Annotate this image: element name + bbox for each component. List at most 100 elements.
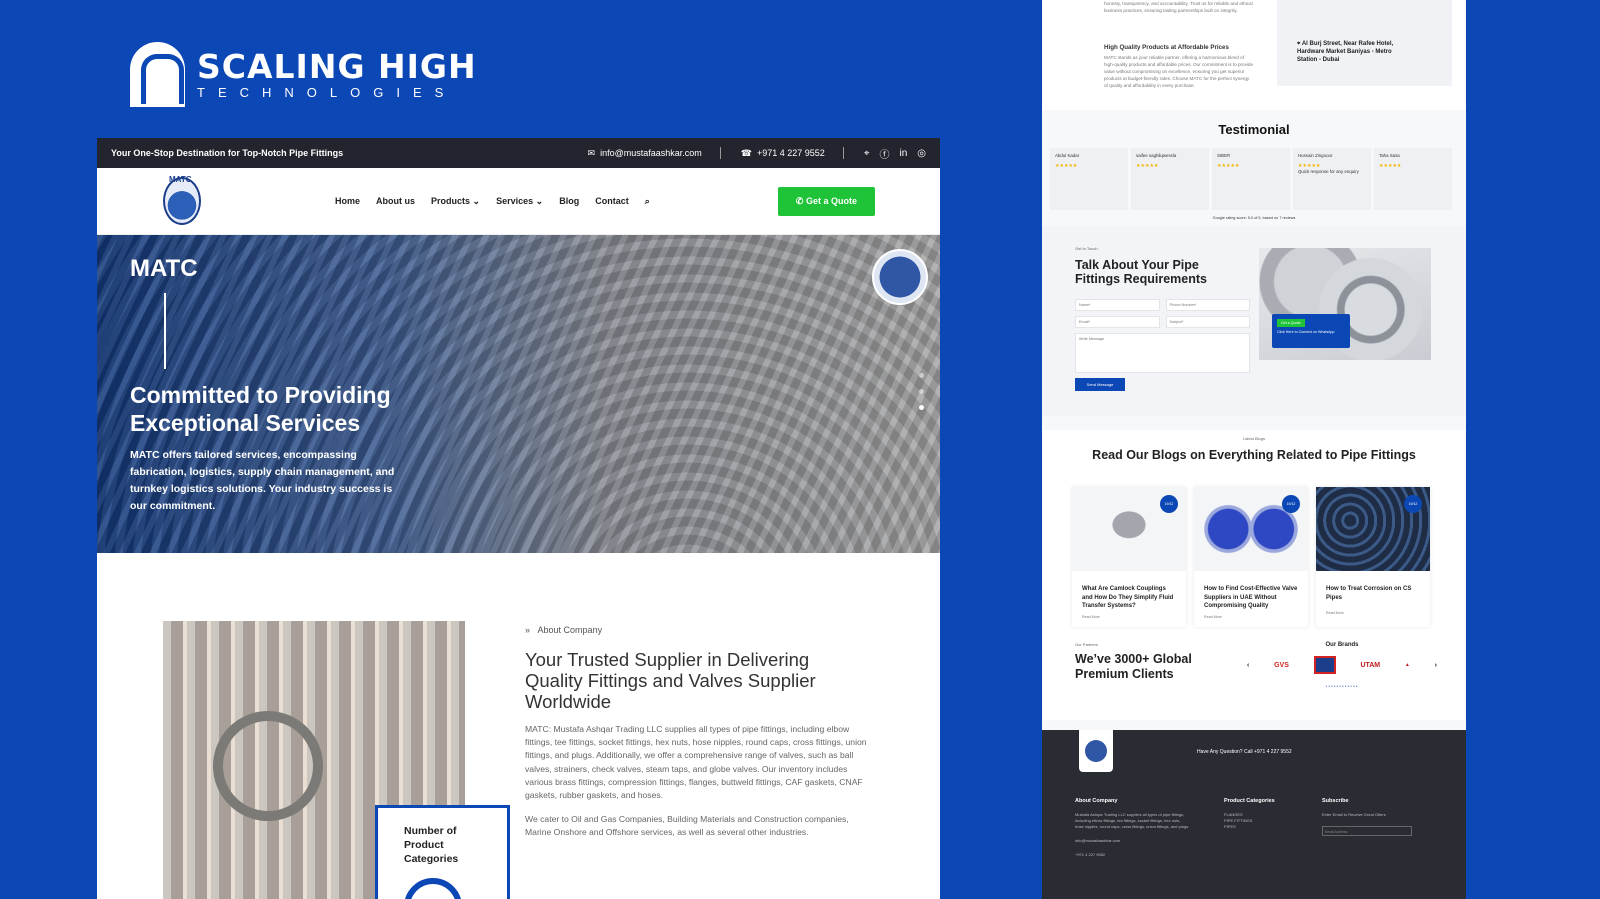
review-carousel: Abdul Kadar ★★★★★ saifee saghilqwessla ★★★…	[1050, 148, 1452, 210]
send-message-button[interactable]: Send Message	[1075, 378, 1125, 391]
card-text: Click Here to Connect on WhatsApp	[1277, 330, 1335, 334]
slider-dot[interactable]	[919, 389, 924, 394]
slider-dot[interactable]	[919, 373, 924, 378]
read-more-link[interactable]: Read More	[1194, 615, 1308, 627]
review-card[interactable]: Hussain Zingooor ★★★★★ Quick response for …	[1293, 148, 1371, 210]
review-card[interactable]: SIBER ★★★★★	[1212, 148, 1290, 210]
google-rating-note: Google rating score: 5.0 of 5, based on …	[1212, 216, 1296, 220]
whatsapp-icon: ✆	[795, 195, 804, 206]
feature-block: High Quality Products at Affordable Pric…	[1104, 44, 1254, 89]
hero-title: MATC	[130, 255, 198, 282]
carousel-dots[interactable]: ••••••••••••	[1247, 684, 1437, 690]
chevron-down-icon: ⌄	[472, 195, 481, 206]
instagram-icon[interactable]: ◎	[917, 148, 926, 159]
arch-logo-icon	[130, 42, 185, 107]
blogs-heading: Read Our Blogs on Everything Related to …	[1092, 448, 1416, 462]
email-field[interactable]: Email*	[1075, 316, 1160, 328]
review-card[interactable]: saifee saghilqwessla ★★★★★	[1131, 148, 1209, 210]
search-icon[interactable]: ⌕	[645, 196, 650, 207]
reviewer-name: saifee saghilqwessla	[1136, 153, 1177, 158]
footer-email[interactable]: info@mustafaashkar.com	[1075, 838, 1190, 844]
footer-cat-title: Product Categories	[1224, 798, 1275, 804]
brands-carousel: Our Brands ‹ GVS UTAM ▲ › ••••••••••••	[1247, 642, 1437, 690]
message-field[interactable]: Write Message	[1075, 333, 1250, 373]
brand-logo-badge	[1313, 656, 1336, 674]
phone-icon: ☎	[740, 147, 752, 158]
nav-about[interactable]: About us	[376, 196, 415, 206]
footer-sub-title: Subscribe	[1322, 798, 1349, 804]
subject-field[interactable]: Subject*	[1165, 316, 1250, 328]
reviewer-name: Taha Sasa	[1379, 153, 1400, 158]
footer-cat-link[interactable]: PIPES	[1224, 824, 1275, 830]
feature-text: MATC stands as your reliable partner, of…	[1104, 55, 1254, 88]
blog-card[interactable]: 19/12 How to Find Cost-Effective Valve S…	[1194, 487, 1308, 627]
linkedin-icon[interactable]: in	[899, 148, 907, 159]
get-quote-button[interactable]: ✆ Get a Quote	[777, 186, 875, 216]
nav-contact[interactable]: Contact	[595, 196, 629, 206]
nav-products[interactable]: Products ⌄	[431, 196, 480, 207]
blogs-section: Latest Blogs Read Our Blogs on Everythin…	[1042, 430, 1466, 720]
contact-form: Name* Phone Number* Email* Subject* Writ…	[1075, 299, 1250, 373]
nav-services[interactable]: Services ⌄	[496, 196, 543, 207]
stat-label: Number of Product Categories	[404, 825, 459, 865]
top-bar: Your One-Stop Destination for Top-Notch …	[97, 138, 940, 168]
topbar-email[interactable]: ✉ info@mustafaashkar.com	[588, 148, 702, 159]
footer-phone[interactable]: +971 4 227 9552	[1075, 852, 1190, 858]
blog-title[interactable]: How to Find Cost-Effective Valve Supplie…	[1194, 571, 1308, 615]
date-badge: 19/12	[1404, 495, 1422, 513]
blog-title[interactable]: How to Treat Corrosion on CS Pipes	[1316, 571, 1430, 611]
blog-card[interactable]: 19/12 What Are Camlock Couplings and How…	[1072, 487, 1186, 627]
brand-logo-red: ▲	[1404, 662, 1410, 668]
date-badge: 19/12	[1160, 495, 1178, 513]
footer: Have Any Question? Call +971 4 227 9552 …	[1042, 730, 1466, 899]
blog-card[interactable]: 19/12 How to Treat Corrosion on CS Pipes…	[1316, 487, 1430, 627]
matc-logo[interactable]: MATC	[163, 175, 201, 225]
name-field[interactable]: Name*	[1075, 299, 1160, 311]
partners-kicker: Our Partners	[1075, 642, 1098, 647]
about-paragraph-2: We cater to Oil and Gas Companies, Build…	[525, 814, 849, 838]
brand-logo-utam: UTAM	[1360, 661, 1381, 669]
about-paragraph-1: MATC: Mustafa Ashqar Trading LLC supplie…	[525, 724, 867, 801]
facebook-icon[interactable]: ⓕ	[879, 146, 889, 161]
location-icon[interactable]: ⌖	[864, 148, 870, 159]
phone-field[interactable]: Phone Number*	[1165, 299, 1250, 311]
prev-arrow-icon[interactable]: ‹	[1247, 662, 1249, 669]
logo-text: MATC	[169, 175, 192, 184]
card-quote-button[interactable]: Get a Quote	[1277, 319, 1305, 327]
review-text: Quick response for any enquiry	[1298, 169, 1359, 174]
contact-heading: Talk About Your Pipe Fittings Requiremen…	[1075, 258, 1207, 286]
scaling-high-logo: SCALING HIGH TECHNOLOGIES	[130, 42, 477, 107]
review-stars: ★★★★★	[1055, 163, 1078, 169]
slider-dot-active[interactable]	[919, 405, 924, 410]
date-badge: 19/12	[1282, 495, 1300, 513]
review-stars: ★★★★★	[1136, 163, 1159, 169]
read-more-link[interactable]: Read More	[1072, 615, 1186, 627]
contact-kicker: Get In Touch	[1075, 246, 1098, 251]
main-nav: MATC Home About us Products ⌄ Services ⌄…	[97, 168, 940, 235]
read-more-link[interactable]: Read More	[1316, 611, 1430, 623]
contact-section: Get In Touch Talk About Your Pipe Fittin…	[1042, 226, 1466, 416]
get-quote-label: Get a Quote	[805, 195, 857, 206]
review-card[interactable]: Taha Sasa ★★★★★	[1374, 148, 1452, 210]
reviewer-name: Hussain Zingooor	[1298, 153, 1333, 158]
hero-heading: Committed to Providing Exceptional Servi…	[130, 382, 391, 436]
nav-blog[interactable]: Blog	[559, 196, 579, 206]
subscribe-input[interactable]: Email Address	[1322, 826, 1412, 836]
footer-about-text: Mustafa Ashqar Trading LLC supplies all …	[1075, 812, 1190, 829]
website-mockup: Your One-Stop Destination for Top-Notch …	[97, 138, 940, 899]
review-card[interactable]: Abdul Kadar ★★★★★	[1050, 148, 1128, 210]
whatsapp-card[interactable]: Get a Quote Click Here to Connect on Wha…	[1272, 314, 1350, 348]
blog-title[interactable]: What Are Camlock Couplings and How Do Th…	[1072, 571, 1186, 615]
next-arrow-icon[interactable]: ›	[1435, 662, 1437, 669]
stat-ring	[404, 878, 462, 899]
hero-worker-badge	[872, 249, 928, 305]
hero-text: MATC offers tailored services, encompass…	[130, 449, 395, 512]
footer-categories: Product Categories FLANGES PIPE FITTINGS…	[1224, 798, 1275, 830]
nav-home[interactable]: Home	[335, 196, 360, 206]
nav-products-label: Products	[431, 195, 471, 206]
footer-logo[interactable]	[1079, 730, 1113, 772]
values-intro: honesty, transparency, and accountabilit…	[1104, 1, 1253, 13]
topbar-phone[interactable]: ☎ +971 4 227 9552	[741, 148, 825, 159]
brand-subtitle: TECHNOLOGIES	[197, 84, 457, 100]
double-chevron-icon: »	[525, 625, 531, 635]
